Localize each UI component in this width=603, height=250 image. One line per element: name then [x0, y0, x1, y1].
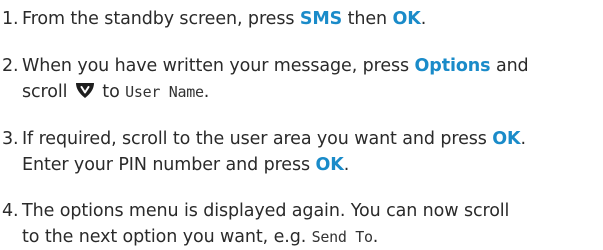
step-text-segment: The options menu is displayed again. You… [22, 201, 510, 221]
step-text: The options menu is displayed again. You… [22, 198, 603, 250]
step-line: to the next option you want, e.g. Send T… [22, 224, 603, 250]
step-line: The options menu is displayed again. You… [22, 198, 603, 224]
step-text-segment: and [490, 56, 529, 76]
step-number: 4. [2, 201, 19, 221]
step-text-segment: Enter your PIN number and press [22, 155, 316, 175]
options-key-label: Options [414, 56, 491, 76]
step-text-segment: to [96, 82, 126, 102]
step-text-segment: . [372, 227, 379, 247]
ok-key-label: OK [315, 155, 344, 175]
step-line: If required, scroll to the user area you… [22, 126, 603, 152]
step-line: When you have written your message, pres… [22, 53, 603, 79]
step-text: If required, scroll to the user area you… [22, 126, 603, 178]
step-text-segment: to the next option you want, e.g. [22, 227, 312, 247]
screen-text-send-to: Send To [311, 228, 373, 246]
step-text-segment: scroll [22, 82, 73, 102]
step-text-segment: . [343, 155, 350, 175]
ok-key-label: OK [392, 9, 421, 29]
step-number: 3. [2, 129, 19, 149]
screen-text-user-name: User Name [125, 83, 204, 101]
step-text: From the standby screen, press SMS then … [22, 6, 603, 32]
step-line: scroll to User Name. [22, 79, 603, 105]
step-line: Enter your PIN number and press OK. [22, 152, 603, 178]
step-number: 1. [2, 9, 19, 29]
step-text-segment: From the standby screen, press [22, 9, 300, 29]
sms-key-label: SMS [299, 9, 343, 29]
step-text-segment: When you have written your message, pres… [22, 56, 415, 76]
step-text-segment: . [520, 129, 527, 149]
step-text: When you have written your message, pres… [22, 53, 603, 105]
step-text-segment: If required, scroll to the user area you… [22, 129, 493, 149]
ok-key-label: OK [492, 129, 521, 149]
step-text-segment: . [203, 82, 210, 102]
step-number: 2. [2, 56, 19, 76]
step-text-segment: . [420, 9, 427, 29]
navigation-key-icon [75, 82, 95, 99]
step-text-segment: then [342, 9, 393, 29]
